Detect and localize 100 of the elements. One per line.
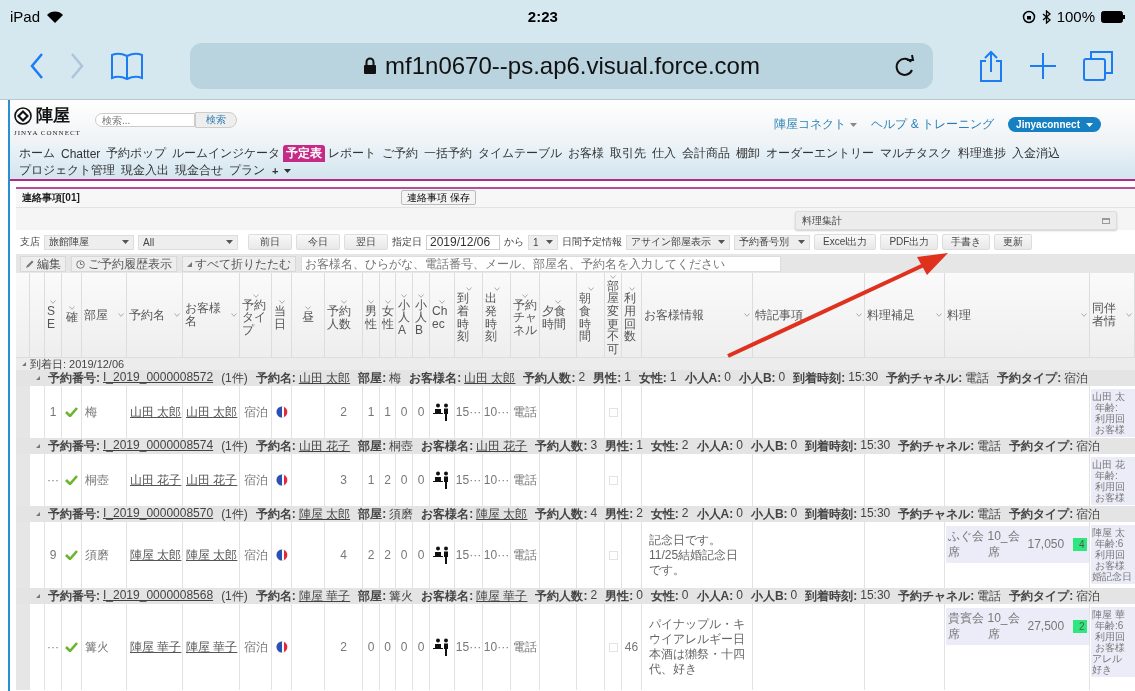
column-header[interactable]: 特記事項	[755, 308, 854, 322]
edit-button[interactable]: 編集	[20, 256, 66, 272]
nav-tab[interactable]: プラン	[226, 162, 268, 179]
history-button[interactable]: ご予約履歴表示	[71, 256, 177, 272]
reservation-number-link[interactable]: I_2019_0000008568	[103, 587, 214, 605]
nav-tab[interactable]: オーダーエントリー	[763, 145, 878, 162]
column-header[interactable]: 当日	[274, 304, 289, 331]
nav-tab[interactable]: 棚卸	[733, 145, 764, 162]
sort-select[interactable]: 予約番号別	[734, 234, 810, 250]
room-lock-checkbox[interactable]	[608, 475, 618, 485]
column-header[interactable]: 女性	[381, 304, 394, 331]
column-header[interactable]: 出発時刻	[485, 292, 508, 343]
nav-tab[interactable]: タイムテーブル	[475, 145, 566, 162]
column-header[interactable]: 料理	[947, 308, 1079, 322]
column-header[interactable]: 男性	[365, 304, 377, 331]
reload-icon[interactable]	[893, 54, 915, 78]
reservation-search-field[interactable]: お客様名、ひらがな、電話番号、メール、部屋名、予約名を入力してください	[301, 256, 781, 272]
summary-link[interactable]: 山田 花子	[298, 437, 351, 455]
booking-name-link[interactable]: 陣屋 太郎	[130, 546, 182, 564]
column-header[interactable]: 予約タイプ	[242, 298, 269, 337]
address-bar[interactable]: mf1n0670--ps.ap6.visual.force.com	[190, 43, 933, 89]
action-button[interactable]: 手書き	[942, 234, 991, 250]
summary-link[interactable]: 山田 花子	[476, 437, 528, 455]
user-menu[interactable]: Jinyaconnect	[1008, 117, 1101, 132]
column-header[interactable]: 確	[65, 311, 78, 324]
search-button[interactable]: 検索	[194, 112, 237, 128]
nav-tab[interactable]: 一括予約	[421, 145, 476, 162]
column-header[interactable]: 昼	[302, 311, 314, 324]
summary-link[interactable]: 陣屋 太郎	[298, 505, 351, 523]
column-header[interactable]: 朝食時間	[579, 292, 602, 343]
summary-link[interactable]: 陣屋 華子	[476, 587, 528, 605]
action-button[interactable]: PDF出力	[880, 234, 939, 250]
nav-tab[interactable]: マルチタスク	[877, 145, 956, 162]
new-tab-icon[interactable]	[1029, 52, 1057, 80]
column-header[interactable]: お客様情報	[644, 308, 742, 322]
days-select[interactable]: 1	[528, 234, 558, 250]
search-field[interactable]: 検索...	[94, 113, 195, 127]
today-button[interactable]: 今日	[296, 234, 340, 250]
nav-tab[interactable]: 取引先	[607, 145, 650, 162]
more-tabs-icon[interactable]	[284, 168, 292, 173]
nav-tab[interactable]: Chatter	[58, 145, 104, 162]
column-header[interactable]: 到着時刻	[457, 292, 480, 343]
share-icon[interactable]	[979, 50, 1003, 82]
column-header[interactable]: 予約人数	[327, 304, 360, 331]
column-header[interactable]: Chec	[432, 304, 452, 331]
column-header[interactable]: 予約チャネル	[513, 298, 537, 337]
branch-select[interactable]: 旅館陣屋	[44, 234, 134, 250]
room-lock-checkbox[interactable]	[608, 642, 618, 652]
summary-link[interactable]: 山田 太郎	[464, 369, 516, 387]
action-button[interactable]: 更新	[994, 234, 1033, 250]
nav-tab[interactable]: 予約ポップ	[103, 145, 170, 162]
column-header[interactable]: SE	[47, 304, 59, 331]
room-lock-checkbox[interactable]	[608, 407, 618, 417]
guest-name-link[interactable]: 陣屋 太郎	[186, 546, 238, 564]
column-header[interactable]: 小人A	[398, 298, 410, 337]
room-view-select[interactable]: アサイン部屋表示	[626, 234, 730, 250]
tabs-icon[interactable]	[1083, 51, 1113, 81]
help-link[interactable]: ヘルプ & トレーニング	[871, 116, 995, 133]
dish-summary-panel[interactable]: 料理集計	[795, 211, 1117, 230]
column-header[interactable]: 予約名	[129, 308, 172, 322]
summary-link[interactable]: 山田 太郎	[298, 369, 351, 387]
summary-link[interactable]: 陣屋 太郎	[476, 505, 528, 523]
next-day-button[interactable]: 翌日	[344, 234, 388, 250]
nav-tab[interactable]: ご予約	[379, 145, 422, 162]
guest-name-link[interactable]: 陣屋 華子	[186, 638, 238, 656]
nav-tab[interactable]: レポート	[325, 145, 380, 162]
reservation-number-link[interactable]: I_2019_0000008570	[103, 505, 214, 523]
booking-name-link[interactable]: 山田 花子	[130, 471, 182, 489]
column-header[interactable]: お客様名	[185, 302, 229, 328]
nav-tab[interactable]: 料理進捗	[955, 145, 1010, 162]
save-notice-button[interactable]: 連絡事項 保存	[401, 190, 476, 205]
collapse-all-button[interactable]: すべて折りたたむ	[182, 256, 296, 272]
nav-tab[interactable]: 入金消込	[1009, 145, 1064, 162]
add-tab-button[interactable]: +	[272, 164, 279, 177]
bookmarks-icon[interactable]	[110, 52, 144, 80]
back-icon[interactable]	[30, 53, 44, 79]
nav-tab[interactable]: 会計商品	[679, 145, 734, 162]
booking-name-link[interactable]: 陣屋 華子	[130, 638, 182, 656]
reservation-number-link[interactable]: I_2019_0000008574	[103, 437, 214, 455]
column-header[interactable]: 部屋	[84, 308, 116, 322]
nav-tab[interactable]: ホーム	[16, 145, 58, 162]
column-header[interactable]: 夕食時間	[542, 304, 574, 331]
guest-name-link[interactable]: 山田 花子	[186, 471, 238, 489]
room-lock-checkbox[interactable]	[608, 550, 618, 560]
nav-tab[interactable]: 仕入	[649, 145, 680, 162]
date-field[interactable]: 2019/12/06	[426, 234, 500, 250]
previous-day-button[interactable]: 前日	[248, 234, 292, 250]
nav-tab[interactable]: ルームインジケータ	[169, 145, 284, 162]
nav-tab[interactable]: お客様	[565, 145, 608, 162]
summary-link[interactable]: 陣屋 華子	[298, 587, 351, 605]
column-header[interactable]: 小人B	[415, 298, 427, 337]
nav-tab[interactable]: 予定表	[283, 145, 326, 162]
column-header[interactable]: 利用回数	[624, 292, 639, 343]
booking-name-link[interactable]: 山田 太郎	[130, 403, 182, 421]
nav-tab[interactable]: 現金入出	[118, 162, 172, 179]
column-header[interactable]: 料理補足	[867, 308, 934, 322]
action-button[interactable]: Excel出力	[814, 234, 877, 250]
scope-select[interactable]: All	[138, 234, 238, 250]
nav-tab[interactable]: 現金合せ	[172, 162, 226, 179]
org-menu[interactable]: 陣屋コネクト	[774, 116, 858, 133]
